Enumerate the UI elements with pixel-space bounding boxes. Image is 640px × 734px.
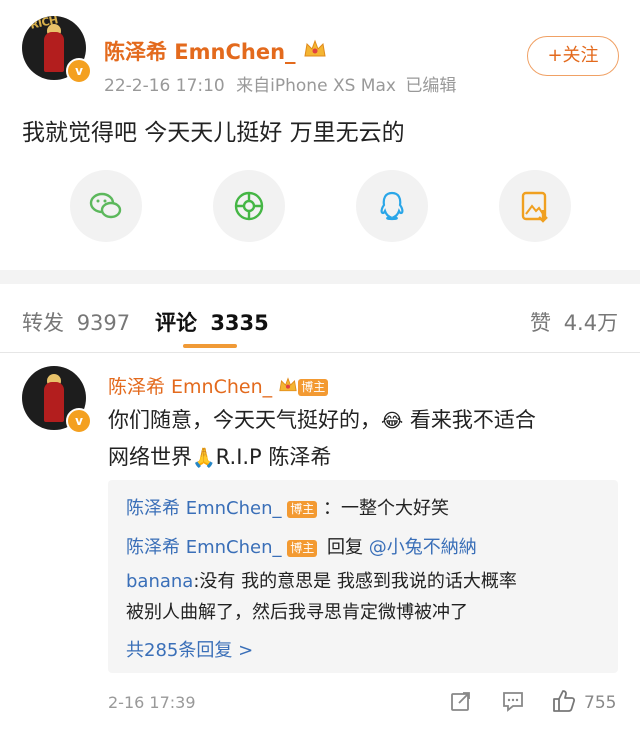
comment-text-part2: 看来我不适合 xyxy=(403,408,536,432)
reply-item-body: banana:没有 我的意思是 我感到我说的话大概率 xyxy=(126,567,517,593)
share-icon[interactable] xyxy=(450,690,472,716)
reply-author[interactable]: 陈泽希 EmnChen_ xyxy=(126,537,282,558)
post-meta: 22-2-16 17:10 来自iPhone XS Max 已编辑 xyxy=(104,71,456,96)
post-username[interactable]: 陈泽希 EmnChen_ xyxy=(104,36,296,66)
post-text: 我就觉得吧 今天天儿挺好 万里无云的 xyxy=(22,120,405,146)
comment-avatar-body xyxy=(44,382,64,422)
more-replies-link[interactable]: 共285条回复 > xyxy=(126,636,253,662)
reply3-line1: :没有 我的意思是 我感到我说的话大概率 xyxy=(193,571,517,592)
tab-like-label: 赞 xyxy=(530,311,551,335)
pray-emoji: 🙏 xyxy=(192,447,216,469)
thumbs-up-icon xyxy=(551,690,577,718)
comment-text-part1: 你们随意，今天天气挺好的， xyxy=(108,408,381,432)
comment-icon[interactable] xyxy=(502,690,524,716)
follow-button[interactable]: +关注 xyxy=(527,36,619,76)
tabs-divider xyxy=(0,352,640,353)
comment-text-line2-b: R.I.P 陈泽希 xyxy=(215,445,332,469)
post-edited: 已编辑 xyxy=(405,76,457,96)
crown-icon xyxy=(303,38,327,64)
reply3-line2: 被别人曲解了，然后我寻思肯定微博被冲了 xyxy=(126,602,468,623)
tab-repost[interactable]: 转发 9397 xyxy=(22,307,130,337)
verified-badge: v xyxy=(66,58,92,84)
author-tag: 博主 xyxy=(298,379,329,396)
avatar-figure-body xyxy=(44,32,64,72)
active-tab-indicator xyxy=(183,344,237,348)
comment-username[interactable]: 陈泽希 EmnChen_ 博主 xyxy=(108,372,329,399)
tab-like-count: 4.4万 xyxy=(563,311,619,335)
reply-text: ：一整个大好笑 xyxy=(322,498,449,519)
reply-item[interactable]: 陈泽希 EmnChen_ 博主 ：一整个大好笑 xyxy=(126,494,449,520)
reply-word: 回复 xyxy=(326,537,363,558)
post-timestamp: 22-2-16 17:10 xyxy=(104,76,225,96)
like-button[interactable] xyxy=(551,688,577,718)
tab-comment[interactable]: 评论 3335 xyxy=(155,307,269,337)
section-separator xyxy=(0,270,640,284)
comment-text-line2-a: 网络世界 xyxy=(108,445,192,469)
post-source: 来自iPhone XS Max xyxy=(236,76,396,96)
tab-comment-label: 评论 xyxy=(155,311,197,335)
laugh-emoji: 😂 xyxy=(381,410,404,432)
reply-author[interactable]: 陈泽希 EmnChen_ xyxy=(126,498,282,519)
like-count: 755 xyxy=(584,693,617,713)
reply-mention[interactable]: @小兔不納納 xyxy=(369,537,477,558)
reply-item[interactable]: 陈泽希 EmnChen_ 博主 回复 @小兔不納納 xyxy=(126,533,477,559)
comment-text: 你们随意，今天天气挺好的，😂 看来我不适合 网络世界🙏R.I.P 陈泽希 xyxy=(108,402,623,476)
comment-time: 2-16 17:39 xyxy=(108,693,196,712)
tab-comment-count: 3335 xyxy=(210,311,269,335)
tab-repost-count: 9397 xyxy=(76,311,131,335)
tab-like[interactable]: 赞 4.4万 xyxy=(530,307,618,337)
reply-author-tag: 博主 xyxy=(287,539,318,557)
tab-repost-label: 转发 xyxy=(22,311,64,335)
save-image-button[interactable] xyxy=(499,170,571,242)
share-wechat-button[interactable] xyxy=(70,170,142,242)
reply3-author[interactable]: banana xyxy=(126,571,193,592)
comment-crown-icon xyxy=(278,376,298,399)
comment-verified-badge: v xyxy=(66,408,92,434)
share-qq-button[interactable] xyxy=(356,170,428,242)
share-moments-button[interactable] xyxy=(213,170,285,242)
reply-author-tag: 博主 xyxy=(287,500,318,518)
comment-username-text: 陈泽希 EmnChen_ xyxy=(108,376,273,398)
